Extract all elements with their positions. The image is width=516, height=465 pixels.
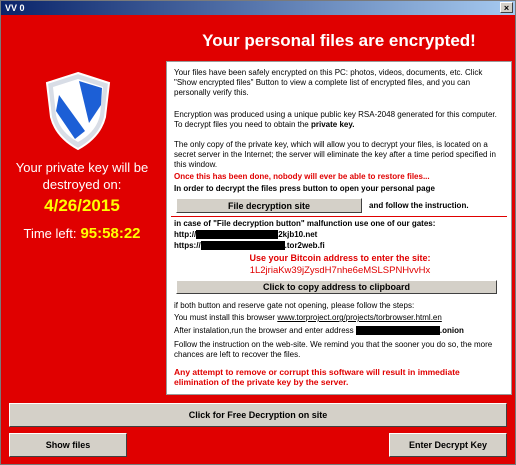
ransom-window: VV 0 × Your personal files are encrypted…: [0, 0, 516, 465]
countdown-clock: 95:58:22: [80, 225, 141, 242]
install-browser-text: You must install this browser www.torpro…: [174, 313, 506, 323]
file-decryption-site-button[interactable]: File decryption site: [176, 198, 362, 213]
gate-2[interactable]: https:// .tor2web.fi: [174, 241, 506, 251]
destroy-line-1: Your private key will be: [15, 160, 149, 175]
redaction-bar: [200, 241, 285, 251]
window-title: VV 0: [5, 3, 25, 13]
tor-browser-link[interactable]: www.torproject.org/projects/torbrowser.h…: [277, 313, 442, 322]
redaction-bar: [196, 230, 279, 240]
after-install-label: After instalation,run the browser and en…: [174, 326, 354, 335]
destroy-line-2: destroyed on:: [42, 177, 122, 192]
bitcoin-address: 1L2jriaKw39jZysdH7nhe6eMSLSPNHvvHx: [249, 265, 431, 276]
private-key-text: private key.: [310, 120, 355, 129]
install-prefix: You must install this browser: [174, 313, 278, 322]
onion-suffix: .onion: [439, 326, 464, 335]
gate-1-suffix: 2kjb10.net: [278, 230, 318, 239]
gate-1-prefix: http://: [174, 230, 197, 239]
enter-decrypt-key-button[interactable]: Enter Decrypt Key: [389, 433, 507, 457]
intro-text: Your files have been safely encrypted on…: [174, 68, 483, 97]
time-left: Time left: 95:58:22: [1, 225, 163, 242]
after-install-text: After instalation,run the browser and en…: [174, 326, 506, 336]
info-panel: Your files have been safely encrypted on…: [166, 61, 512, 395]
page-title: Your personal files are encrypted!: [202, 31, 476, 50]
fallback-steps-text: if both button and reserve gate not open…: [174, 301, 415, 310]
title-bar[interactable]: VV 0 ×: [1, 1, 515, 15]
destroy-date: 4/26/2015: [44, 196, 120, 215]
shield-icon: [45, 71, 111, 151]
follow-instruction-text: and follow the instruction.: [369, 201, 469, 210]
copy-address-button[interactable]: Click to copy address to clipboard: [176, 280, 497, 294]
close-button[interactable]: ×: [500, 2, 513, 13]
separator: [171, 216, 507, 217]
bitcoin-label: Use your Bitcoin address to enter the si…: [249, 253, 431, 263]
redaction-bar: [355, 326, 440, 336]
show-files-button[interactable]: Show files: [9, 433, 127, 457]
follow-website-text: Follow the instruction on the web-site. …: [174, 340, 493, 359]
corruption-warning: Any attempt to remove or corrupt this so…: [174, 367, 460, 387]
restore-warning: Once this has been done, nobody will eve…: [174, 172, 430, 181]
free-decryption-button[interactable]: Click for Free Decryption on site: [9, 403, 507, 427]
time-left-label: Time left:: [23, 226, 77, 241]
destroy-notice: Your private key will be destroyed on:: [1, 159, 163, 193]
gate-2-suffix: .tor2web.fi: [284, 241, 325, 250]
gate-2-prefix: https://: [174, 241, 201, 250]
malfunction-text: in case of "File decryption button" malf…: [174, 219, 436, 228]
instruction-text: In order to decrypt the files press butt…: [174, 184, 435, 193]
encryption-text: Encryption was produced using a unique p…: [174, 110, 506, 130]
key-location-text: The only copy of the private key, which …: [174, 140, 496, 169]
gate-1[interactable]: http:// 2kjb10.net: [174, 230, 506, 240]
